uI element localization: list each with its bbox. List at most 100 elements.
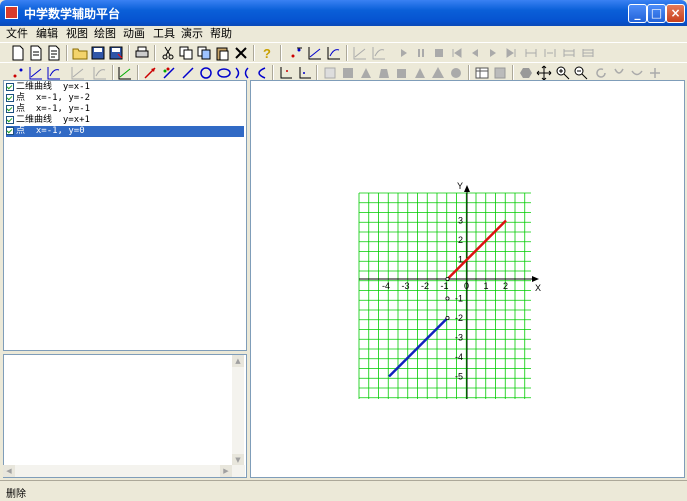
toolbar-separator [112, 65, 114, 81]
list-item[interactable]: 二维曲线 y=x+1 [6, 115, 244, 126]
properties-vertical-scrollbar[interactable]: ▲ ▼ [232, 355, 244, 466]
paste-icon[interactable] [214, 45, 230, 61]
menu-animate[interactable]: 动画 [123, 26, 145, 42]
menu-draw[interactable]: 绘图 [94, 26, 116, 42]
shape-a-disabled-icon[interactable] [322, 65, 338, 81]
move-icon[interactable] [536, 65, 552, 81]
range3-icon[interactable] [561, 45, 577, 61]
vector-icon[interactable] [142, 65, 158, 81]
delete-icon[interactable] [233, 45, 249, 61]
x-axis-arrow [532, 276, 539, 282]
polar-axes-icon[interactable] [46, 65, 62, 81]
flip-icon[interactable] [611, 65, 627, 81]
menu-help[interactable]: 帮助 [210, 26, 232, 42]
checkbox[interactable] [6, 127, 14, 135]
xy-axes2-icon[interactable] [297, 65, 313, 81]
template-icon[interactable] [46, 45, 62, 61]
color-vector-icon[interactable] [161, 65, 177, 81]
app-icon[interactable] [5, 6, 18, 19]
next-frame-icon[interactable] [485, 45, 501, 61]
copy-special-icon[interactable] [196, 45, 212, 61]
pause-icon[interactable] [413, 45, 429, 61]
menu-bar: 文件 编辑 视图 绘图 动画 工具 演示 帮助 [0, 26, 687, 42]
circle-icon[interactable] [198, 65, 214, 81]
window-title: 中学数学辅助平台 [24, 7, 121, 21]
object-type: 点 [16, 126, 26, 136]
list-item[interactable]: 点 x=-1, y=-2 [6, 93, 244, 104]
list-item-selected[interactable]: 点 x=-1, y=0 [6, 126, 244, 137]
graph-disabled-icon[interactable] [352, 45, 368, 61]
coordinate-graph[interactable]: XY-4 -3 -2 -1 0 1 2321-1-2-3-4-5 [251, 81, 684, 477]
play-icon[interactable] [395, 45, 411, 61]
hyperbola-icon[interactable] [234, 65, 250, 81]
ellipse-icon[interactable] [216, 65, 232, 81]
last-frame-icon[interactable] [503, 45, 519, 61]
point-tool-icon[interactable] [288, 45, 304, 61]
new-file-icon[interactable] [10, 45, 26, 61]
square-disabled-icon[interactable] [340, 65, 356, 81]
line-icon[interactable] [180, 65, 196, 81]
range4-icon[interactable] [580, 45, 596, 61]
box-disabled-icon[interactable] [492, 65, 508, 81]
print-icon[interactable] [134, 45, 150, 61]
toolbar-separator [66, 45, 68, 61]
menu-tools[interactable]: 工具 [153, 26, 175, 42]
trapezoid-disabled-icon[interactable] [376, 65, 392, 81]
axes-icon[interactable] [28, 65, 44, 81]
graph-b-disabled-icon[interactable] [92, 65, 108, 81]
graph-a-disabled-icon[interactable] [70, 65, 86, 81]
menu-edit[interactable]: 编辑 [36, 26, 58, 42]
checkbox[interactable] [6, 83, 14, 91]
scroll-right-icon[interactable]: ▶ [220, 465, 232, 477]
hexagon-icon[interactable] [518, 65, 534, 81]
checkbox[interactable] [6, 94, 14, 102]
minimize-button[interactable]: _ [628, 4, 647, 23]
save-as-icon[interactable] [108, 45, 124, 61]
menu-demo[interactable]: 演示 [181, 26, 203, 42]
graph2-disabled-icon[interactable] [371, 45, 387, 61]
points-icon[interactable] [10, 65, 26, 81]
parabola-icon[interactable] [252, 65, 268, 81]
list-item[interactable]: 点 x=-1, y=-1 [6, 104, 244, 115]
close-button[interactable]: × [666, 4, 685, 23]
graph-canvas[interactable]: X Y -4 -3 -2 -1 0 1 2 3 2 1 -1 -2 -3 -4 -5 [250, 80, 685, 478]
open-folder-icon[interactable] [72, 45, 88, 61]
copy-icon[interactable] [178, 45, 194, 61]
polar-icon[interactable] [326, 45, 342, 61]
cube-disabled-icon[interactable] [394, 65, 410, 81]
x-tick-label: 0 [464, 281, 469, 291]
triangle-disabled-icon[interactable] [358, 65, 374, 81]
title-bar: 中学数学辅助平台 _ □ × [0, 0, 687, 26]
range2-icon[interactable] [542, 45, 558, 61]
symmetry-icon[interactable] [647, 65, 663, 81]
properties-horizontal-scrollbar[interactable]: ◀ ▶ [3, 465, 245, 477]
help-icon[interactable]: ? [259, 45, 275, 61]
scroll-left-icon[interactable]: ◀ [3, 465, 15, 477]
new-doc-icon[interactable] [28, 45, 44, 61]
list-item[interactable]: 二维曲线 y=x-1 [6, 82, 244, 93]
transform-icon[interactable] [629, 65, 645, 81]
pyramid-disabled-icon[interactable] [430, 65, 446, 81]
zoom-in-icon[interactable] [555, 65, 571, 81]
stop-icon[interactable] [431, 45, 447, 61]
checkbox[interactable] [6, 116, 14, 124]
save-icon[interactable] [90, 45, 106, 61]
coordinate-system-icon[interactable] [307, 45, 323, 61]
table-icon[interactable] [474, 65, 490, 81]
menu-view[interactable]: 视图 [66, 26, 88, 42]
rotate-icon[interactable] [593, 65, 609, 81]
cut-icon[interactable] [160, 45, 176, 61]
function-plot-icon[interactable] [117, 65, 133, 81]
properties-panel[interactable] [3, 354, 247, 478]
xy-axes-icon[interactable] [278, 65, 294, 81]
maximize-button[interactable]: □ [647, 4, 666, 23]
cone-disabled-icon[interactable] [412, 65, 428, 81]
prev-frame-icon[interactable] [467, 45, 483, 61]
scroll-up-icon[interactable]: ▲ [232, 355, 244, 367]
checkbox[interactable] [6, 105, 14, 113]
first-frame-icon[interactable] [449, 45, 465, 61]
sphere-disabled-icon[interactable] [448, 65, 464, 81]
range-icon[interactable] [523, 45, 539, 61]
zoom-out-icon[interactable] [573, 65, 589, 81]
menu-file[interactable]: 文件 [6, 26, 28, 42]
